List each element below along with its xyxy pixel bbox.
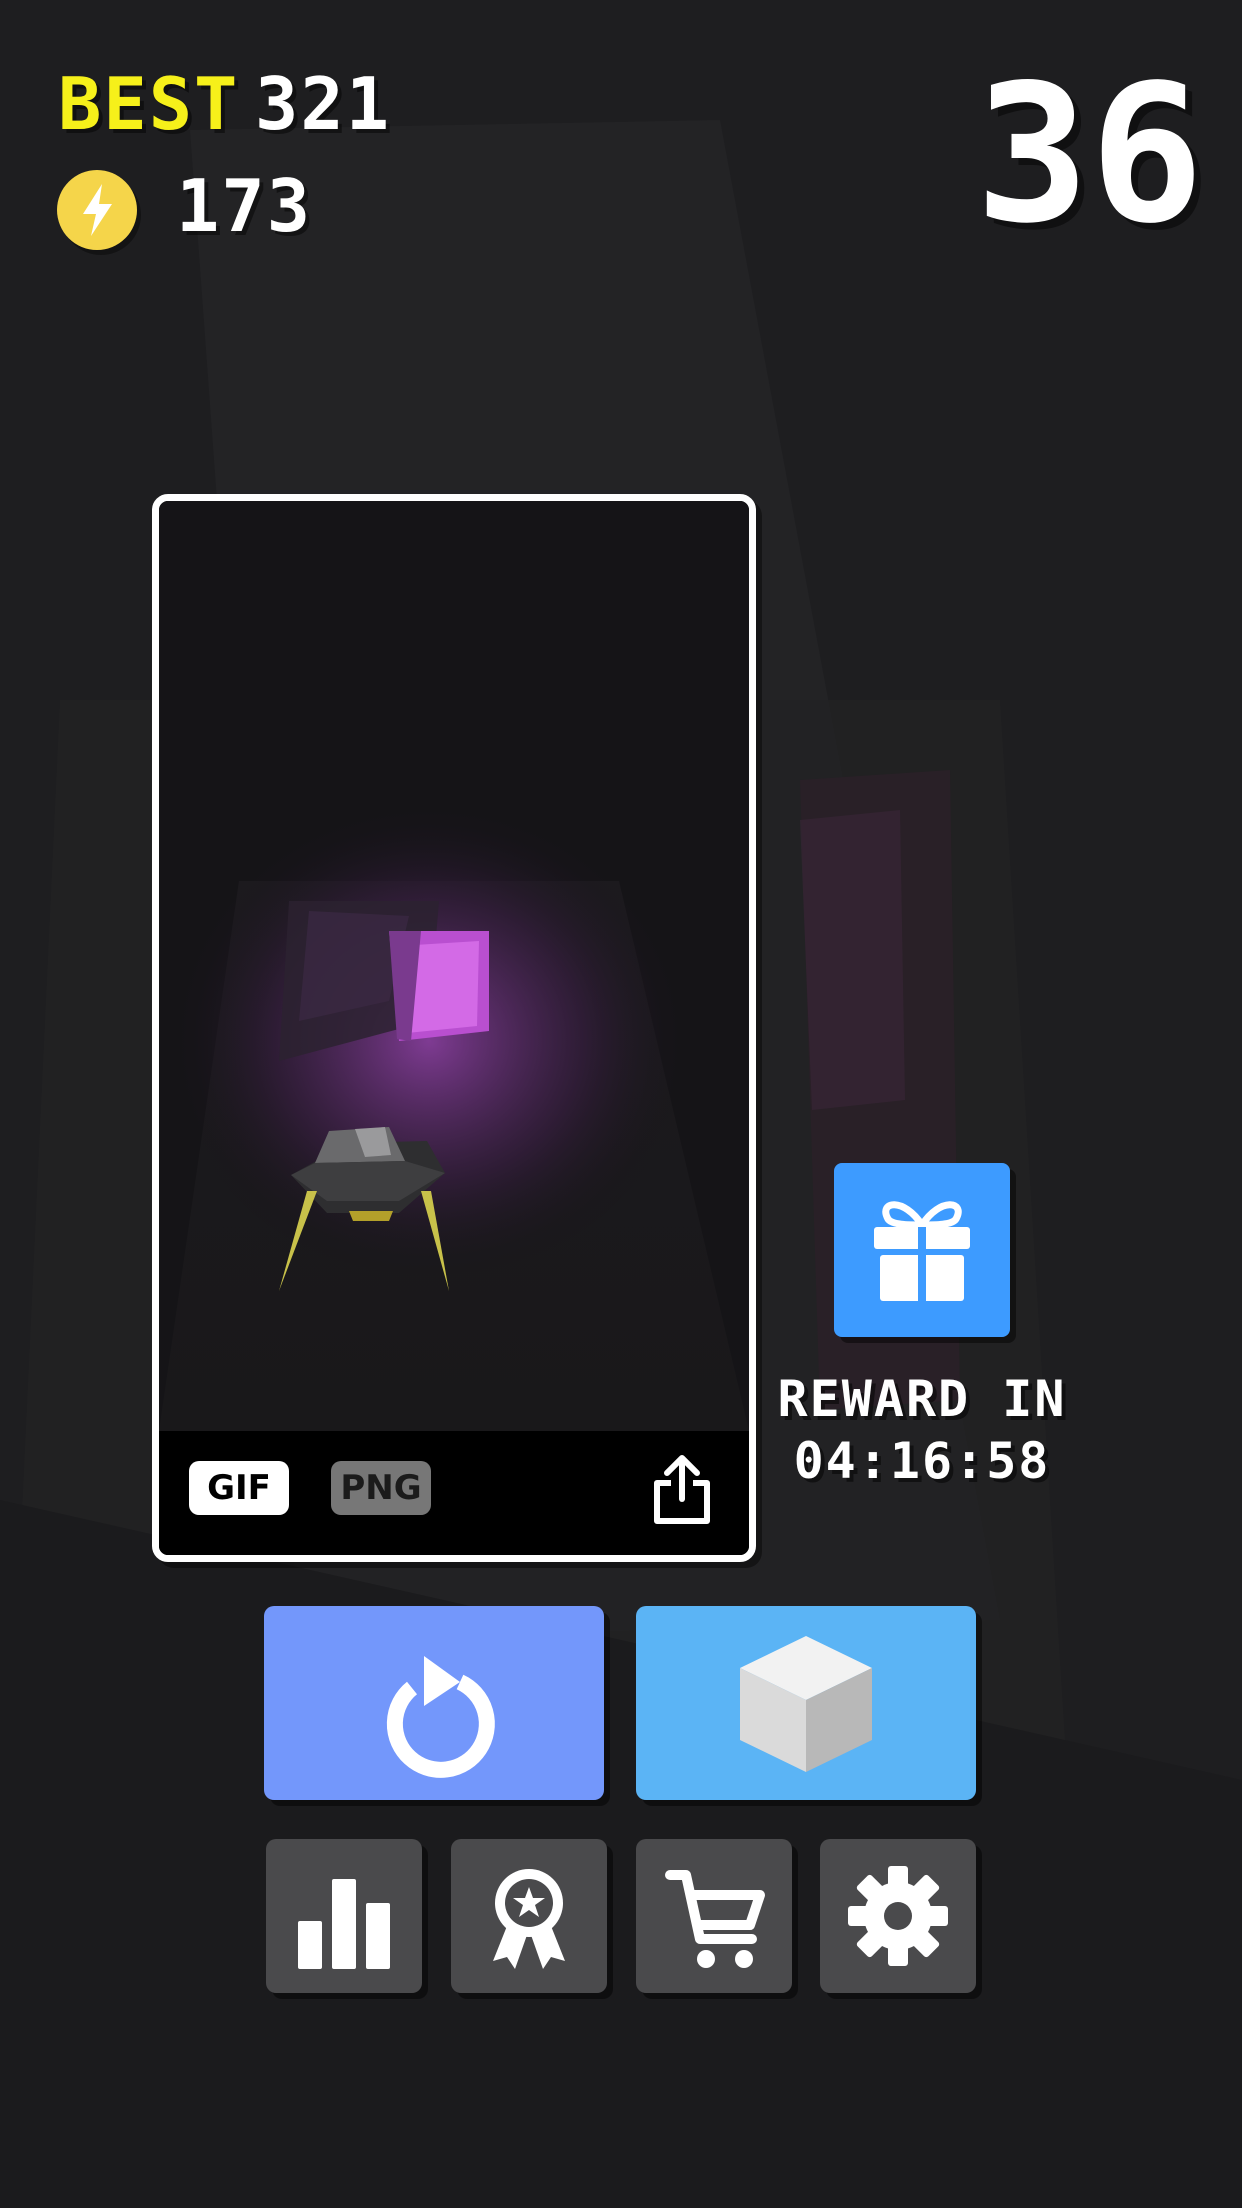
share-icon — [654, 1455, 710, 1524]
best-score-value: 321 — [255, 62, 392, 146]
ribbon-icon — [493, 1869, 565, 1969]
shop-button[interactable] — [636, 1839, 792, 1993]
cart-icon — [665, 1870, 765, 1968]
restart-icon — [386, 1656, 495, 1778]
replay-preview-image — [159, 501, 749, 1431]
reward-countdown: 04:16:58 — [793, 1432, 1051, 1490]
skins-button[interactable] — [636, 1606, 976, 1800]
reward-label: REWARD IN — [777, 1370, 1067, 1428]
current-score: 36 — [975, 44, 1204, 265]
share-button[interactable] — [649, 1453, 715, 1527]
replay-preview-card[interactable]: GIF PNG — [152, 494, 756, 1562]
gif-format-button[interactable]: GIF — [189, 1461, 289, 1515]
settings-button[interactable] — [820, 1839, 976, 1993]
coin-count: 173 — [176, 164, 313, 248]
png-format-button[interactable]: PNG — [331, 1461, 431, 1515]
leaderboard-icon — [298, 1879, 390, 1969]
gift-reward-button[interactable] — [834, 1163, 1010, 1337]
achievements-button[interactable] — [451, 1839, 607, 1993]
restart-button[interactable] — [264, 1606, 604, 1800]
best-label: BEST — [58, 62, 240, 146]
leaderboard-button[interactable] — [266, 1839, 422, 1993]
lightning-coin-icon — [57, 170, 137, 250]
gear-icon — [848, 1866, 948, 1966]
gift-icon — [874, 1201, 970, 1301]
cube-icon — [740, 1636, 872, 1772]
replay-toolbar: GIF PNG — [159, 1431, 749, 1555]
